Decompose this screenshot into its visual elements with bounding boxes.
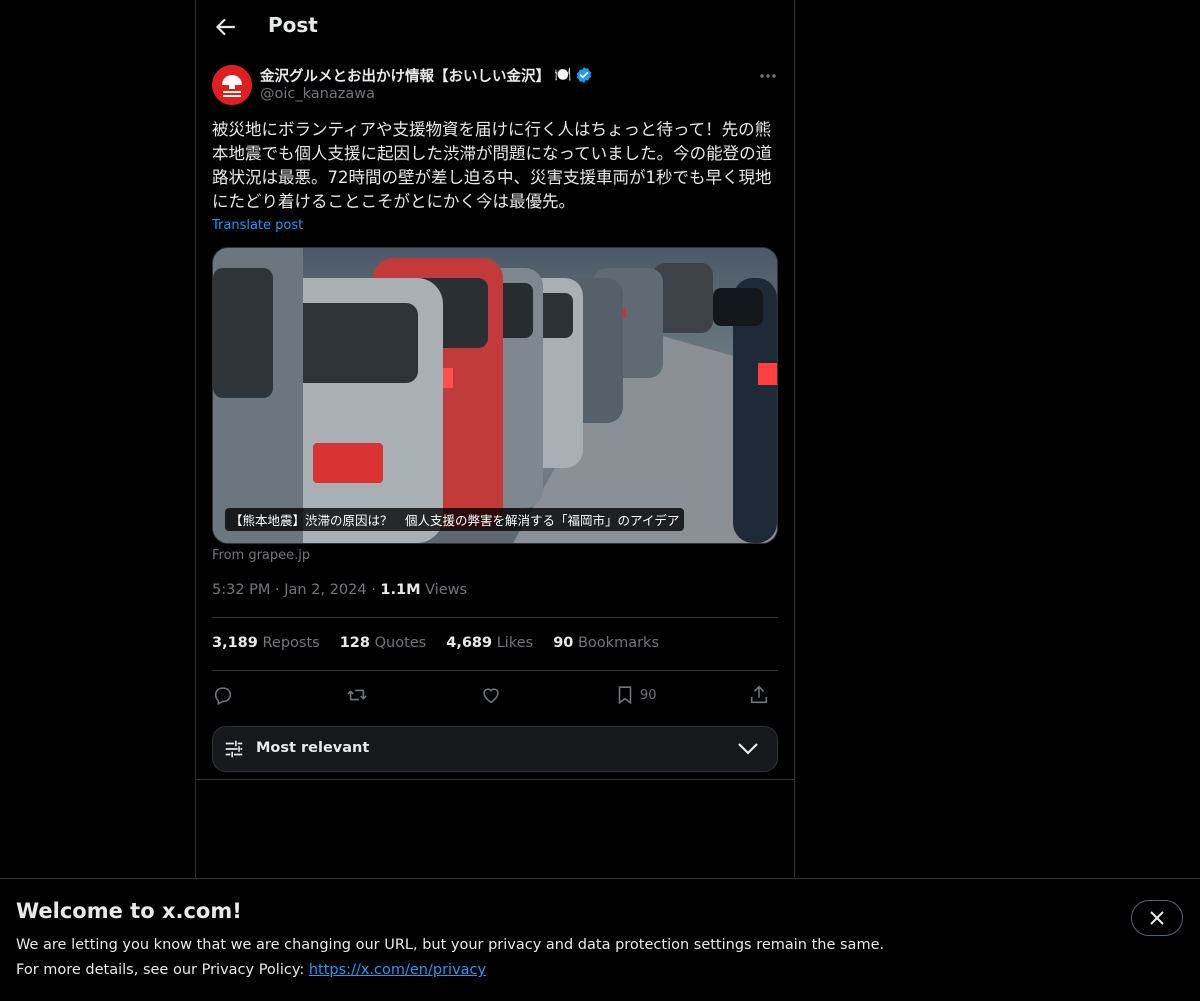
author-name[interactable]: 金沢グルメとお出かけ情報【おいしい金沢】	[260, 65, 550, 86]
translate-post-link[interactable]: Translate post	[212, 218, 303, 233]
repost-icon	[347, 689, 367, 701]
sort-label: Most relevant	[256, 740, 370, 756]
bookmarks-stat[interactable]: 90 Bookmarks	[553, 635, 659, 651]
link-card[interactable]: 【熊本地震】渋滞の原因は？ 個人支援の弊害を解消する「福岡市」のアイデア	[212, 247, 778, 544]
more-dots-icon	[760, 74, 776, 78]
more-options-button[interactable]	[758, 66, 778, 86]
reply-icon	[214, 687, 232, 705]
like-button[interactable]	[480, 683, 502, 707]
card-caption: 【熊本地震】渋滞の原因は？ 個人支援の弊害を解消する「福岡市」のアイデア	[225, 508, 685, 531]
divider	[212, 670, 778, 671]
share-button[interactable]	[748, 683, 770, 707]
post-stats: 3,189 Reposts 128 Quotes 4,689 Likes 90 …	[212, 635, 659, 651]
post-text: 被災地にボランティアや支援物資を届けに行く人はちょっと待って！先の熊本地震でも個…	[212, 120, 773, 211]
heart-icon	[483, 688, 499, 704]
views-count: 1.1M	[380, 582, 421, 598]
action-bar: 90	[212, 683, 778, 707]
page-title: Post	[268, 13, 318, 37]
share-icon	[750, 685, 768, 704]
sort-replies-dropdown[interactable]: Most relevant	[212, 726, 778, 772]
verified-badge-icon	[577, 67, 592, 83]
reposts-stat[interactable]: 3,189 Reposts	[212, 635, 320, 651]
back-button[interactable]	[212, 14, 238, 40]
chevron-down-icon	[738, 743, 758, 755]
bookmark-button[interactable]: 90	[614, 683, 657, 707]
sliders-icon	[225, 740, 243, 758]
close-banner-button[interactable]	[1131, 900, 1183, 936]
views-label: Views	[425, 582, 468, 598]
likes-stat[interactable]: 4,689 Likes	[446, 635, 533, 651]
divider	[196, 779, 794, 780]
author-handle[interactable]: @oic_kanazawa	[260, 86, 375, 102]
post-time[interactable]: 5:32 PM	[212, 582, 270, 598]
bookmark-count: 90	[640, 687, 657, 703]
reply-button[interactable]	[212, 683, 234, 707]
avatar-logo-icon	[212, 65, 252, 105]
page-header: Post	[196, 0, 794, 53]
divider	[212, 617, 778, 618]
quotes-stat[interactable]: 128 Quotes	[340, 635, 427, 651]
banner-title: Welcome to x.com!	[16, 899, 242, 923]
traffic-jam-image	[213, 248, 777, 543]
post-date[interactable]: Jan 2, 2024	[284, 582, 366, 598]
privacy-policy-link[interactable]: https://x.com/en/privacy	[309, 962, 486, 978]
main-column: Post 金沢グルメとお出かけ情報【おいしい金沢】 🍽️ @oic_kanaza…	[195, 0, 795, 878]
post-meta: 5:32 PM · Jan 2, 2024 · 1.1M Views	[212, 582, 468, 598]
arrow-left-icon	[215, 18, 235, 36]
avatar[interactable]	[212, 65, 252, 105]
banner-text-privacy: For more details, see our Privacy Policy…	[16, 962, 487, 978]
repost-button[interactable]	[346, 683, 368, 707]
welcome-banner: Welcome to x.com! We are letting you kno…	[0, 878, 1200, 1001]
author-name-row[interactable]: 金沢グルメとお出かけ情報【おいしい金沢】 🍽️	[260, 64, 593, 86]
card-source[interactable]: From grapee.jp	[212, 548, 310, 563]
close-icon	[1150, 911, 1164, 925]
banner-text: We are letting you know that we are chan…	[16, 937, 885, 953]
bookmark-icon	[618, 686, 632, 705]
plate-emoji-icon: 🍽️	[554, 67, 572, 83]
